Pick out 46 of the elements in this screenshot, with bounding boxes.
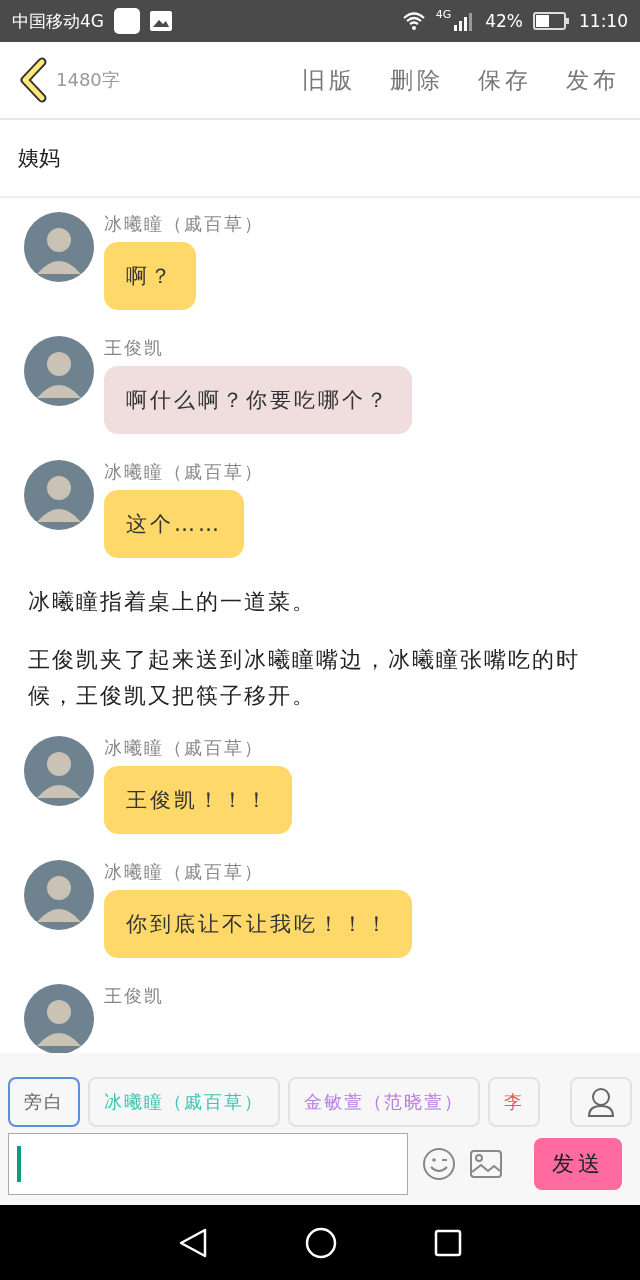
character-chip[interactable]: 旁白 bbox=[8, 1077, 80, 1127]
toolbar-link[interactable]: 发布 bbox=[566, 64, 620, 96]
avatar bbox=[24, 460, 94, 530]
narration-text: 王俊凯夹了起来送到冰曦瞳嘴边，冰曦瞳张嘴吃的时候，王俊凯又把筷子移开。 bbox=[28, 646, 581, 710]
clock: 11:10 bbox=[579, 11, 628, 31]
message-input[interactable] bbox=[8, 1133, 408, 1195]
send-button[interactable]: 发送 bbox=[534, 1138, 622, 1190]
avatar bbox=[24, 736, 94, 806]
speaker-name: 冰曦瞳（戚百草） bbox=[104, 212, 264, 236]
notification-icon bbox=[114, 8, 140, 34]
character-chip[interactable]: 金敏萱（范晓萱） bbox=[288, 1077, 480, 1127]
avatar bbox=[24, 984, 94, 1053]
speaker-name: 王俊凯 bbox=[104, 336, 164, 360]
speaker-name: 冰曦瞳（戚百草） bbox=[104, 860, 264, 884]
avatar bbox=[24, 336, 94, 406]
word-count: 1480字 bbox=[56, 68, 120, 92]
speaker-name: 王俊凯 bbox=[104, 984, 164, 1008]
back-icon[interactable] bbox=[18, 57, 48, 103]
emoji-icon[interactable] bbox=[422, 1147, 456, 1181]
chat-bubble: 这个…… bbox=[104, 490, 244, 558]
person-button[interactable] bbox=[570, 1077, 632, 1127]
chat-bubble: 王俊凯！！！ bbox=[104, 766, 292, 834]
narration-text: 冰曦瞳指着桌上的一道菜。 bbox=[28, 588, 317, 616]
carrier-name: 中国移动4G bbox=[12, 9, 104, 33]
chat-bubble: 啊？ bbox=[104, 242, 196, 310]
recents-nav-icon[interactable] bbox=[433, 1228, 462, 1257]
battery-percent: 42% bbox=[485, 11, 523, 31]
speaker-name: 冰曦瞳（戚百草） bbox=[104, 460, 264, 484]
home-nav-icon[interactable] bbox=[305, 1226, 337, 1259]
back-nav-icon[interactable] bbox=[178, 1226, 209, 1259]
image-icon bbox=[150, 11, 172, 31]
image-icon[interactable] bbox=[470, 1150, 502, 1178]
speaker-name: 冰曦瞳（戚百草） bbox=[104, 736, 264, 760]
toolbar-link[interactable]: 删除 bbox=[390, 64, 444, 96]
toolbar-link[interactable]: 旧版 bbox=[302, 64, 356, 96]
battery-icon bbox=[533, 12, 569, 30]
network-type: 4G bbox=[435, 8, 452, 21]
wifi-icon bbox=[401, 11, 426, 31]
chapter-title: 姨妈 bbox=[0, 120, 640, 198]
chat-bubble: 啊什么啊？你要吃哪个？ bbox=[104, 366, 412, 434]
chat-bubble: 你到底让不让我吃！！！ bbox=[104, 890, 412, 958]
character-chip[interactable]: 李 bbox=[488, 1077, 540, 1127]
avatar bbox=[24, 212, 94, 282]
avatar bbox=[24, 860, 94, 930]
toolbar-link[interactable]: 保存 bbox=[478, 64, 532, 96]
person-icon bbox=[587, 1087, 615, 1117]
